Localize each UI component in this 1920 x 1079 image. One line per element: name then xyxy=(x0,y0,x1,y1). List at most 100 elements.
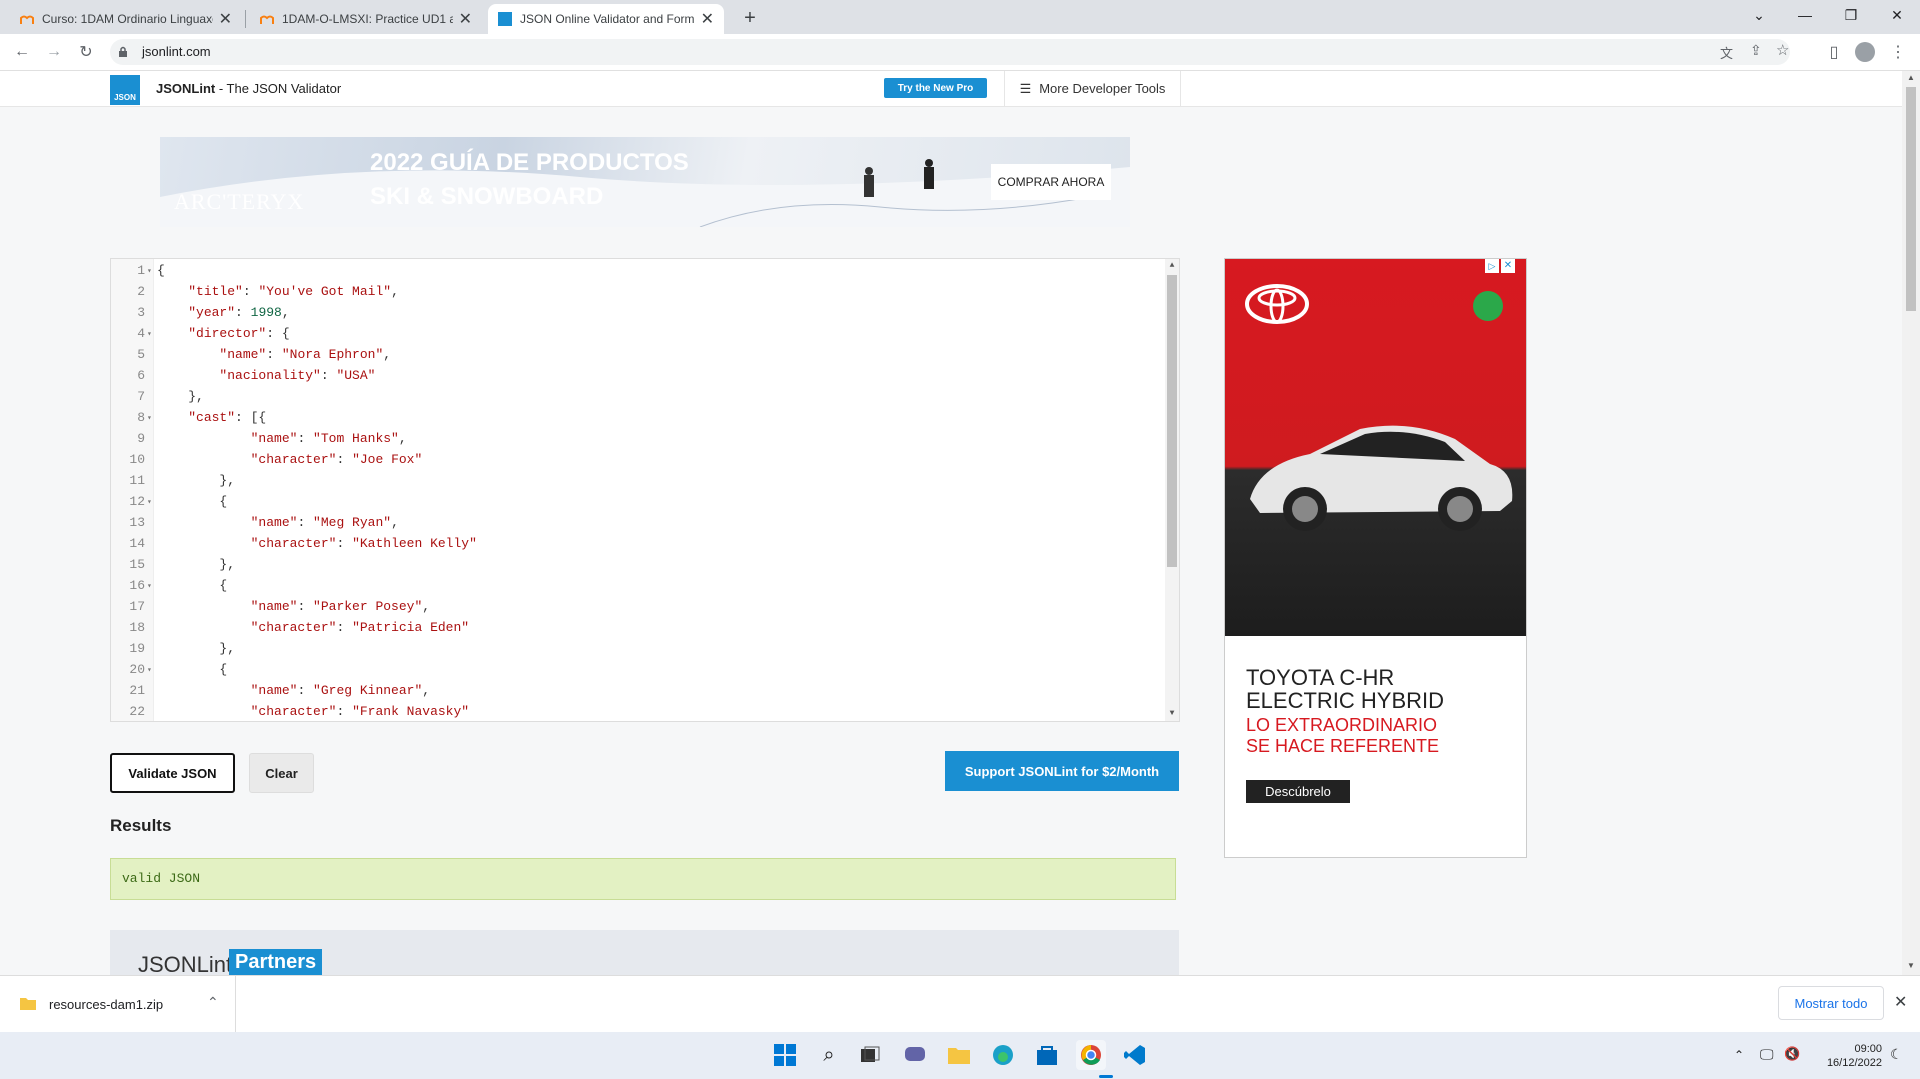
code-line: "title": "You've Got Mail", xyxy=(188,284,399,299)
editor-scrollbar[interactable]: ▲ ▼ xyxy=(1165,259,1179,721)
tab-close-icon[interactable]: ✕ xyxy=(701,9,714,29)
tab-course[interactable]: Curso: 1DAM Ordinario Linguaxe ✕ xyxy=(10,4,242,34)
code-line: }, xyxy=(157,389,204,404)
json-editor[interactable]: 1 ▾ 2 3 4 ▾ 5 6 7 8 ▾ 9 10 11 12 ▾ 13 14 15 16 ▾ 17 18 19 20 ▾ 21 2… xyxy=(110,258,1180,722)
code-line: "director": { xyxy=(188,326,290,341)
code-line: { xyxy=(157,263,165,278)
code-line: { xyxy=(157,494,228,509)
ad-cta-button[interactable]: Descúbrelo xyxy=(1246,780,1350,803)
bookmark-star-icon[interactable]: ☆ xyxy=(1776,41,1789,59)
jsonlint-logo[interactable]: JSON xyxy=(110,75,140,105)
code-line: "character": "Joe Fox" xyxy=(250,452,423,467)
tab-search-icon[interactable]: ⌄ xyxy=(1736,0,1782,30)
tab-separator xyxy=(245,10,246,28)
tab-close-icon[interactable]: ✕ xyxy=(219,9,232,29)
minimize-icon[interactable]: — xyxy=(1782,0,1828,30)
reload-icon[interactable]: ↻ xyxy=(72,34,100,70)
tab-practice[interactable]: 1DAM-O-LMSXI: Practice UD1 an ✕ xyxy=(250,4,482,34)
more-tools-menu[interactable]: ☰ More Developer Tools xyxy=(1004,71,1181,106)
chrome-icon[interactable] xyxy=(1076,1040,1106,1070)
clock[interactable]: 09:00 16/12/2022 xyxy=(1812,1042,1882,1070)
search-icon[interactable]: ⌕ xyxy=(814,1040,844,1070)
ad-close-icon[interactable]: ✕ xyxy=(1501,259,1515,273)
notifications-icon[interactable]: ☾ xyxy=(1890,1046,1903,1063)
scroll-up-icon[interactable]: ▲ xyxy=(1165,259,1179,273)
code-area[interactable]: { "title": "You've Got Mail", "year": 19… xyxy=(111,259,1165,721)
chat-icon[interactable] xyxy=(900,1040,930,1070)
chevron-up-icon[interactable]: ⌃ xyxy=(207,994,219,1011)
clear-button[interactable]: Clear xyxy=(249,753,314,793)
code-line: "name": "Meg Ryan", xyxy=(250,515,399,530)
tab-title: JSON Online Validator and Forma xyxy=(520,12,695,26)
code-line: "name": "Greg Kinnear", xyxy=(250,683,431,698)
store-icon[interactable] xyxy=(1032,1040,1062,1070)
file-explorer-icon[interactable] xyxy=(944,1040,974,1070)
moodle-icon xyxy=(260,15,274,24)
back-icon[interactable]: ← xyxy=(8,34,36,70)
tab-title: 1DAM-O-LMSXI: Practice UD1 an xyxy=(282,12,453,26)
validation-result: valid JSON xyxy=(110,858,1176,900)
scroll-down-icon[interactable]: ▼ xyxy=(1902,959,1920,973)
banner-cta-button[interactable]: COMPRAR AHORA xyxy=(991,164,1111,200)
car-graphic xyxy=(1250,425,1513,531)
validate-json-button[interactable]: Validate JSON xyxy=(110,753,235,793)
editor-scroll-thumb[interactable] xyxy=(1167,275,1177,567)
close-shelf-icon[interactable]: ✕ xyxy=(1894,992,1907,1012)
code-line: { xyxy=(157,578,228,593)
partners-badge: Partners xyxy=(229,949,323,975)
page-content: JSON JSONLint - The JSON Validator Try t… xyxy=(0,71,1902,975)
adchoices-icon[interactable]: ▷ xyxy=(1485,259,1499,273)
page-scrollbar[interactable]: ▲ ▼ xyxy=(1902,71,1920,975)
vscode-icon[interactable] xyxy=(1120,1040,1150,1070)
site-header: JSON JSONLint - The JSON Validator Try t… xyxy=(0,71,1902,107)
network-icon[interactable]: 🖵 xyxy=(1760,1046,1774,1063)
side-panel-icon[interactable]: ▯ xyxy=(1820,34,1848,70)
forward-icon[interactable]: → xyxy=(40,34,68,70)
share-icon[interactable]: ⇪ xyxy=(1750,42,1762,59)
tray-chevron-icon[interactable]: ⌃ xyxy=(1734,1048,1744,1062)
code-line: "name": "Parker Posey", xyxy=(250,599,431,614)
banner-ad[interactable]: ARC'TERYX 2022 GUÍA DE PRODUCTOS SKI & S… xyxy=(160,137,1130,227)
try-pro-button[interactable]: Try the New Pro xyxy=(884,78,987,98)
code-line: "character": "Patricia Eden" xyxy=(250,620,470,635)
zip-folder-icon xyxy=(20,998,36,1010)
result-message: valid JSON xyxy=(122,871,201,886)
banner-headline-1: 2022 GUÍA DE PRODUCTOS xyxy=(370,149,689,176)
download-item[interactable]: resources-dam1.zip ⌃ xyxy=(0,976,236,1033)
download-shelf: resources-dam1.zip ⌃ Mostrar todo ✕ xyxy=(0,975,1920,1033)
window-close-icon[interactable]: ✕ xyxy=(1874,0,1920,30)
scroll-down-icon[interactable]: ▼ xyxy=(1165,707,1179,721)
side-ad[interactable]: ▷ ✕ TOYOTA C-HR ELECTRIC HYBRID LO EXTRA… xyxy=(1224,258,1527,858)
restore-icon[interactable]: ❐ xyxy=(1828,0,1874,30)
tab-close-icon[interactable]: ✕ xyxy=(459,9,472,29)
partners-prefix: JSONLint xyxy=(138,952,233,975)
browser-menu-icon[interactable]: ⋮ xyxy=(1884,34,1912,70)
windows-taskbar: ⌕ ⌃ 🖵 🔇 09:00 16/12/2022 ☾ xyxy=(0,1032,1920,1079)
scroll-up-icon[interactable]: ▲ xyxy=(1902,71,1920,85)
support-button[interactable]: Support JSONLint for $2/Month xyxy=(945,751,1179,791)
profile-avatar-icon[interactable] xyxy=(1855,42,1875,62)
task-view-icon[interactable] xyxy=(855,1040,885,1070)
page-scroll-thumb[interactable] xyxy=(1906,87,1916,311)
code-line: "character": "Frank Navasky" xyxy=(250,704,470,719)
edge-icon[interactable] xyxy=(988,1040,1018,1070)
browser-tab-strip: Curso: 1DAM Ordinario Linguaxe ✕ 1DAM-O-… xyxy=(0,0,1920,34)
tab-jsonlint[interactable]: JSON Online Validator and Forma ✕ xyxy=(488,4,724,34)
code-line: }, xyxy=(157,557,236,572)
address-bar[interactable]: jsonlint.com 文 ⇪ ☆ xyxy=(110,39,1790,65)
code-line: "character": "Kathleen Kelly" xyxy=(250,536,477,551)
start-icon[interactable] xyxy=(770,1040,800,1070)
moodle-icon xyxy=(20,15,34,24)
translate-icon[interactable]: 文 xyxy=(1720,43,1733,62)
show-all-downloads-button[interactable]: Mostrar todo xyxy=(1778,986,1884,1020)
clock-time: 09:00 xyxy=(1854,1043,1882,1055)
eco-badge-icon xyxy=(1473,291,1503,321)
new-tab-button[interactable]: + xyxy=(736,4,764,32)
tab-title: Curso: 1DAM Ordinario Linguaxe xyxy=(42,12,213,26)
site-title[interactable]: JSONLint - The JSON Validator xyxy=(156,81,341,96)
code-line: "name": "Tom Hanks", xyxy=(250,431,407,446)
code-line: { xyxy=(157,662,228,677)
code-line: "nacionality": "USA" xyxy=(219,368,376,383)
code-line: "cast": [{ xyxy=(188,410,267,425)
volume-muted-icon[interactable]: 🔇 xyxy=(1784,1046,1800,1062)
